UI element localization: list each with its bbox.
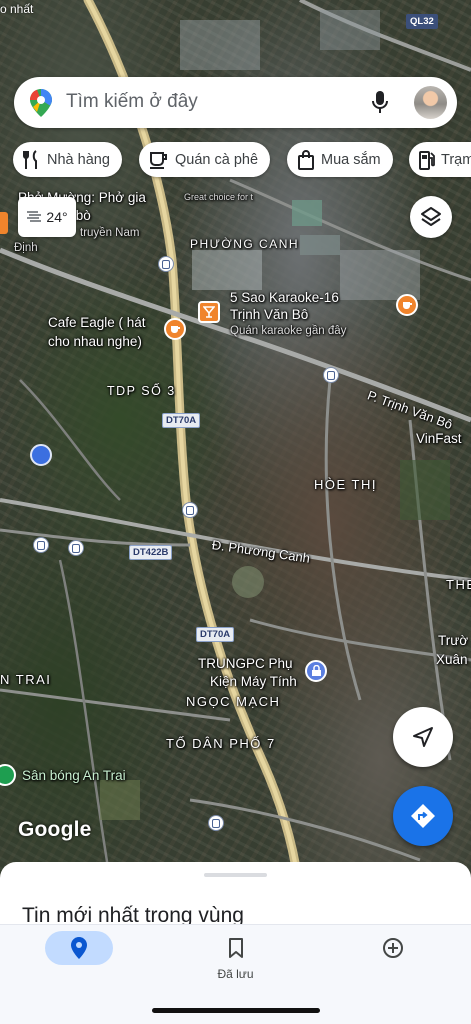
- gas-station-icon: [419, 150, 435, 170]
- bus-stop-icon[interactable]: [182, 502, 198, 518]
- location-pin-icon: [70, 937, 87, 959]
- chip-cafes[interactable]: Quán cà phê: [139, 142, 271, 177]
- haze-icon: [27, 211, 42, 222]
- karaoke-icon[interactable]: [198, 301, 220, 323]
- chip-label: Quán cà phê: [175, 151, 259, 168]
- road-shield-dt422b: DT422B: [129, 545, 173, 560]
- nav-saved-pill: [202, 931, 270, 965]
- nav-explore[interactable]: [0, 925, 157, 995]
- map-label-karaoke-sub: Quán karaoke gần đây: [230, 325, 347, 337]
- chip-gas[interactable]: Trạm: [409, 142, 471, 177]
- map-label-an-trai: N TRAI: [0, 672, 52, 687]
- status-bar: o nhất: [0, 0, 471, 32]
- bookmark-icon: [228, 938, 243, 958]
- my-location-button[interactable]: [393, 707, 453, 767]
- map-label-cafe-line2[interactable]: cho nhau nghe): [48, 333, 142, 350]
- map-label-phuong-canh: PHƯỜNG CANH: [190, 237, 300, 251]
- map-label-trungpc[interactable]: TRUNGPC Phụ: [198, 655, 293, 672]
- map-label-vinfast[interactable]: VinFast: [416, 430, 462, 447]
- fork-knife-icon: [23, 149, 37, 169]
- map-label-trungpc-line2[interactable]: Kiện Máy Tính: [210, 673, 297, 690]
- google-logo: Google: [18, 818, 92, 841]
- layers-button[interactable]: [410, 196, 452, 238]
- map-label-hoe-thi: HÒE THỊ: [314, 477, 377, 492]
- map-label-dinh: Định: [14, 242, 38, 254]
- sheet-drag-handle[interactable]: [204, 873, 267, 877]
- directions-button[interactable]: [393, 786, 453, 846]
- mic-icon[interactable]: [371, 90, 389, 116]
- bus-stop-icon[interactable]: [323, 367, 339, 383]
- navigation-arrow-icon: [413, 727, 433, 747]
- map-label-tdp: TDP SỐ 3: [107, 384, 176, 398]
- road-shield-dt70a: DT70A: [162, 413, 201, 428]
- map-label-truyen: truyền Nam: [80, 227, 140, 239]
- cafe-pin-icon-2[interactable]: [396, 294, 418, 316]
- layers-icon: [421, 207, 441, 226]
- coffee-cup-icon: [150, 151, 167, 169]
- weather-badge[interactable]: 24°: [18, 197, 76, 237]
- bus-stop-icon[interactable]: [208, 815, 224, 831]
- nav-contribute-pill: [359, 931, 427, 965]
- map-label-truong: Trườ: [438, 633, 469, 648]
- map-label-ngoc-mach: NGỌC MẠCH: [186, 694, 281, 709]
- map-label-watermark: Great choice for t: [184, 192, 254, 202]
- current-location-dot: [30, 444, 52, 466]
- map-label-karaoke-street[interactable]: Trịnh Văn Bô: [230, 306, 308, 323]
- map-label-xuan: Xuân: [436, 652, 468, 667]
- chip-label: Trạm: [441, 151, 471, 168]
- maps-pin-icon: [30, 89, 52, 117]
- road-shield-dt70a-2: DT70A: [196, 627, 235, 642]
- bus-stop-icon[interactable]: [33, 537, 49, 553]
- chip-restaurants[interactable]: Nhà hàng: [13, 142, 122, 177]
- map-label-the: THE: [446, 577, 471, 592]
- cafe-pin-icon[interactable]: [164, 318, 186, 340]
- shop-lock-icon[interactable]: [305, 660, 327, 682]
- map-label-karaoke[interactable]: 5 Sao Karaoke-16: [230, 289, 339, 306]
- status-text: o nhất: [0, 2, 34, 16]
- nav-saved[interactable]: Đã lưu: [157, 925, 314, 995]
- map-label-san-bong[interactable]: Sân bóng An Trai: [22, 767, 126, 784]
- avatar[interactable]: [414, 86, 447, 119]
- nav-saved-label: Đã lưu: [217, 967, 254, 981]
- map-label-to-dan-pho: TỐ DÂN PHỐ 7: [166, 736, 276, 751]
- chip-label: Nhà hàng: [47, 151, 110, 168]
- nav-contribute[interactable]: [314, 925, 471, 995]
- add-circle-icon: [382, 938, 403, 958]
- chip-shopping[interactable]: Mua sắm: [287, 142, 393, 177]
- search-bar[interactable]: Tìm kiếm ở đây: [14, 77, 457, 128]
- home-indicator: [152, 1008, 320, 1013]
- bus-stop-icon[interactable]: [68, 540, 84, 556]
- partial-poi-marker[interactable]: [0, 212, 8, 234]
- shopping-bag-icon: [298, 149, 314, 170]
- bus-stop-icon[interactable]: [158, 256, 174, 272]
- search-input[interactable]: Tìm kiếm ở đây: [66, 91, 198, 113]
- chip-label: Mua sắm: [321, 151, 381, 168]
- map-label-cafe[interactable]: Cafe Eagle ( hát: [48, 314, 146, 331]
- weather-temp: 24°: [46, 209, 68, 225]
- road-shield-ql32: QL32: [406, 14, 438, 29]
- nav-explore-pill: [44, 931, 113, 965]
- directions-icon: [411, 804, 435, 828]
